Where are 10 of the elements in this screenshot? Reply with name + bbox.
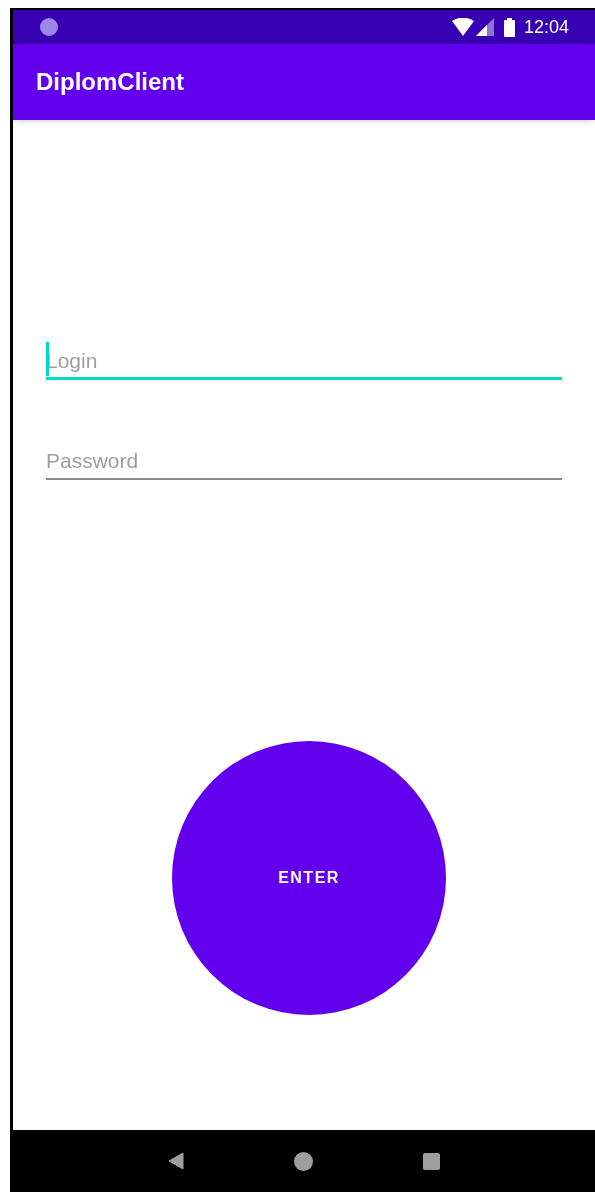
- home-icon[interactable]: [294, 1151, 313, 1171]
- battery-icon: [503, 17, 515, 37]
- clock-time: 12:04: [523, 15, 569, 39]
- enter-button[interactable]: ENTER: [172, 741, 446, 1015]
- app-title: DiplomClient: [36, 67, 184, 97]
- text-field[interactable]: Password: [46, 440, 562, 480]
- signal-icon: [475, 18, 494, 36]
- back-icon[interactable]: [168, 1152, 184, 1170]
- recents-icon[interactable]: [423, 1152, 440, 1170]
- notification-icon: [39, 17, 59, 37]
